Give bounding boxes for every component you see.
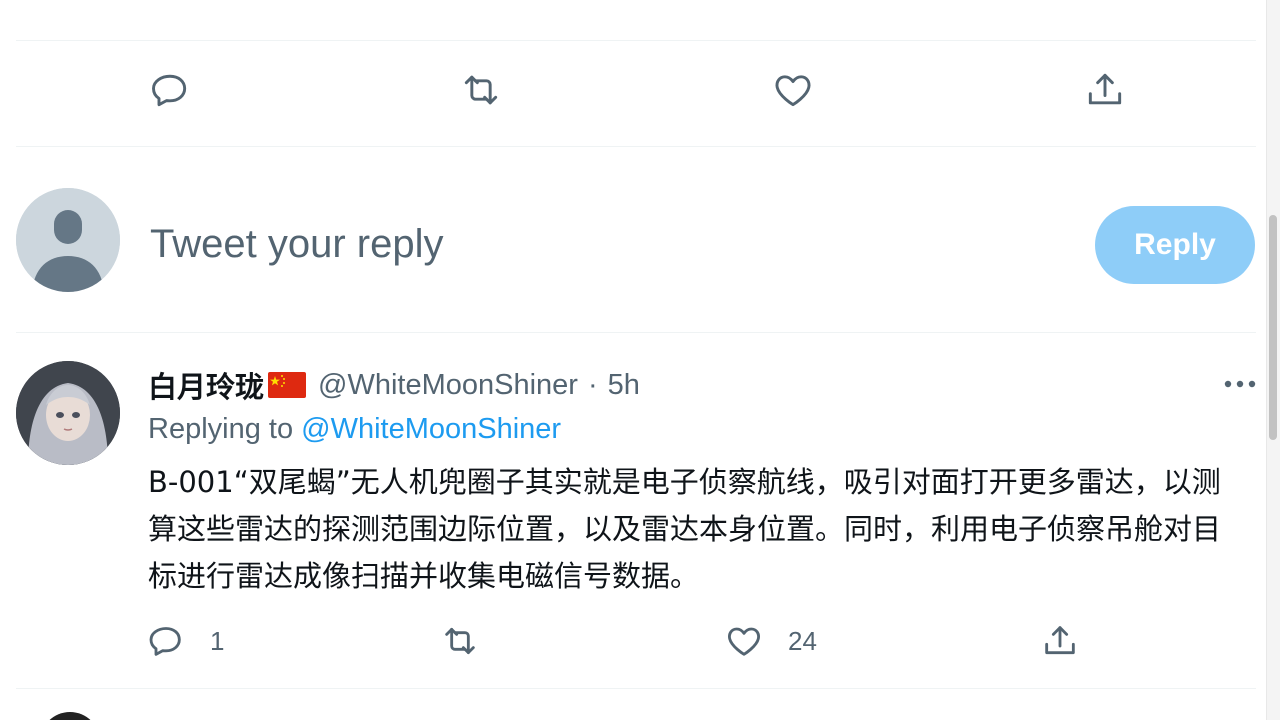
tweet-bottom-divider (16, 688, 1256, 689)
reply-bubble-icon (152, 74, 187, 107)
more-options-button[interactable] (1218, 369, 1262, 399)
replying-to-line: Replying to @WhiteMoonShiner (148, 413, 561, 446)
tweet-action-bar: 1 24 (0, 615, 1266, 667)
retweet-icon (464, 75, 498, 105)
like-button[interactable] (767, 64, 819, 116)
author-handle[interactable]: @WhiteMoonShiner (318, 369, 578, 402)
reply-bubble-icon (149, 627, 181, 656)
scrollbar-track[interactable] (1266, 0, 1280, 720)
user-avatar (16, 188, 120, 292)
tweet-header: 白月玲珑 @WhiteMoonShiner · 5h (148, 365, 640, 405)
tweet-reply-button[interactable]: 1 (146, 615, 224, 667)
share-button[interactable] (1079, 64, 1131, 116)
tweet-thread-page: Reply 白月玲珑 (0, 0, 1280, 720)
tweet-retweet-button[interactable] (440, 615, 504, 667)
replying-prefix: Replying to (148, 413, 302, 445)
reply-submit-button[interactable]: Reply (1095, 206, 1255, 284)
heart-icon (775, 75, 811, 107)
tweet-body-text: B-001“双尾蝎”无人机兜圈子其实就是电子侦察航线，吸引对面打开更多雷达，以测… (148, 465, 1222, 593)
retweet-icon (445, 627, 475, 655)
main-tweet-action-bar (0, 64, 1266, 128)
more-dots-icon (1224, 380, 1256, 388)
tweet-reply-input[interactable] (150, 218, 1050, 270)
replying-to-link[interactable]: @WhiteMoonShiner (301, 413, 561, 445)
author-avatar[interactable] (16, 361, 120, 465)
reply-count: 1 (210, 625, 225, 656)
reply-button[interactable] (144, 64, 196, 116)
reply-composer: Reply (0, 180, 1266, 310)
top-divider (16, 40, 1256, 41)
share-icon (1088, 73, 1122, 105)
heart-icon (728, 627, 760, 656)
author-display-name[interactable]: 白月玲珑 (148, 364, 264, 406)
next-tweet-avatar[interactable] (40, 712, 100, 720)
header-separator: · (587, 368, 598, 401)
anime-girl-avatar-icon (16, 361, 120, 465)
tweet-share-button[interactable] (1040, 615, 1080, 667)
china-flag-icon (268, 372, 307, 398)
tweet-like-button[interactable]: 24 (724, 615, 817, 667)
action-bar-divider (16, 146, 1256, 147)
tweet-timestamp[interactable]: 5h (608, 369, 640, 402)
retweet-button[interactable] (455, 64, 507, 116)
composer-divider (16, 332, 1256, 333)
default-avatar-icon (16, 188, 120, 292)
share-icon (1045, 626, 1075, 655)
like-count: 24 (788, 625, 817, 656)
scrollbar-thumb[interactable] (1269, 215, 1277, 440)
reply-tweet[interactable]: 白月玲珑 @WhiteMoonShiner · 5h Replying to @… (0, 345, 1266, 690)
